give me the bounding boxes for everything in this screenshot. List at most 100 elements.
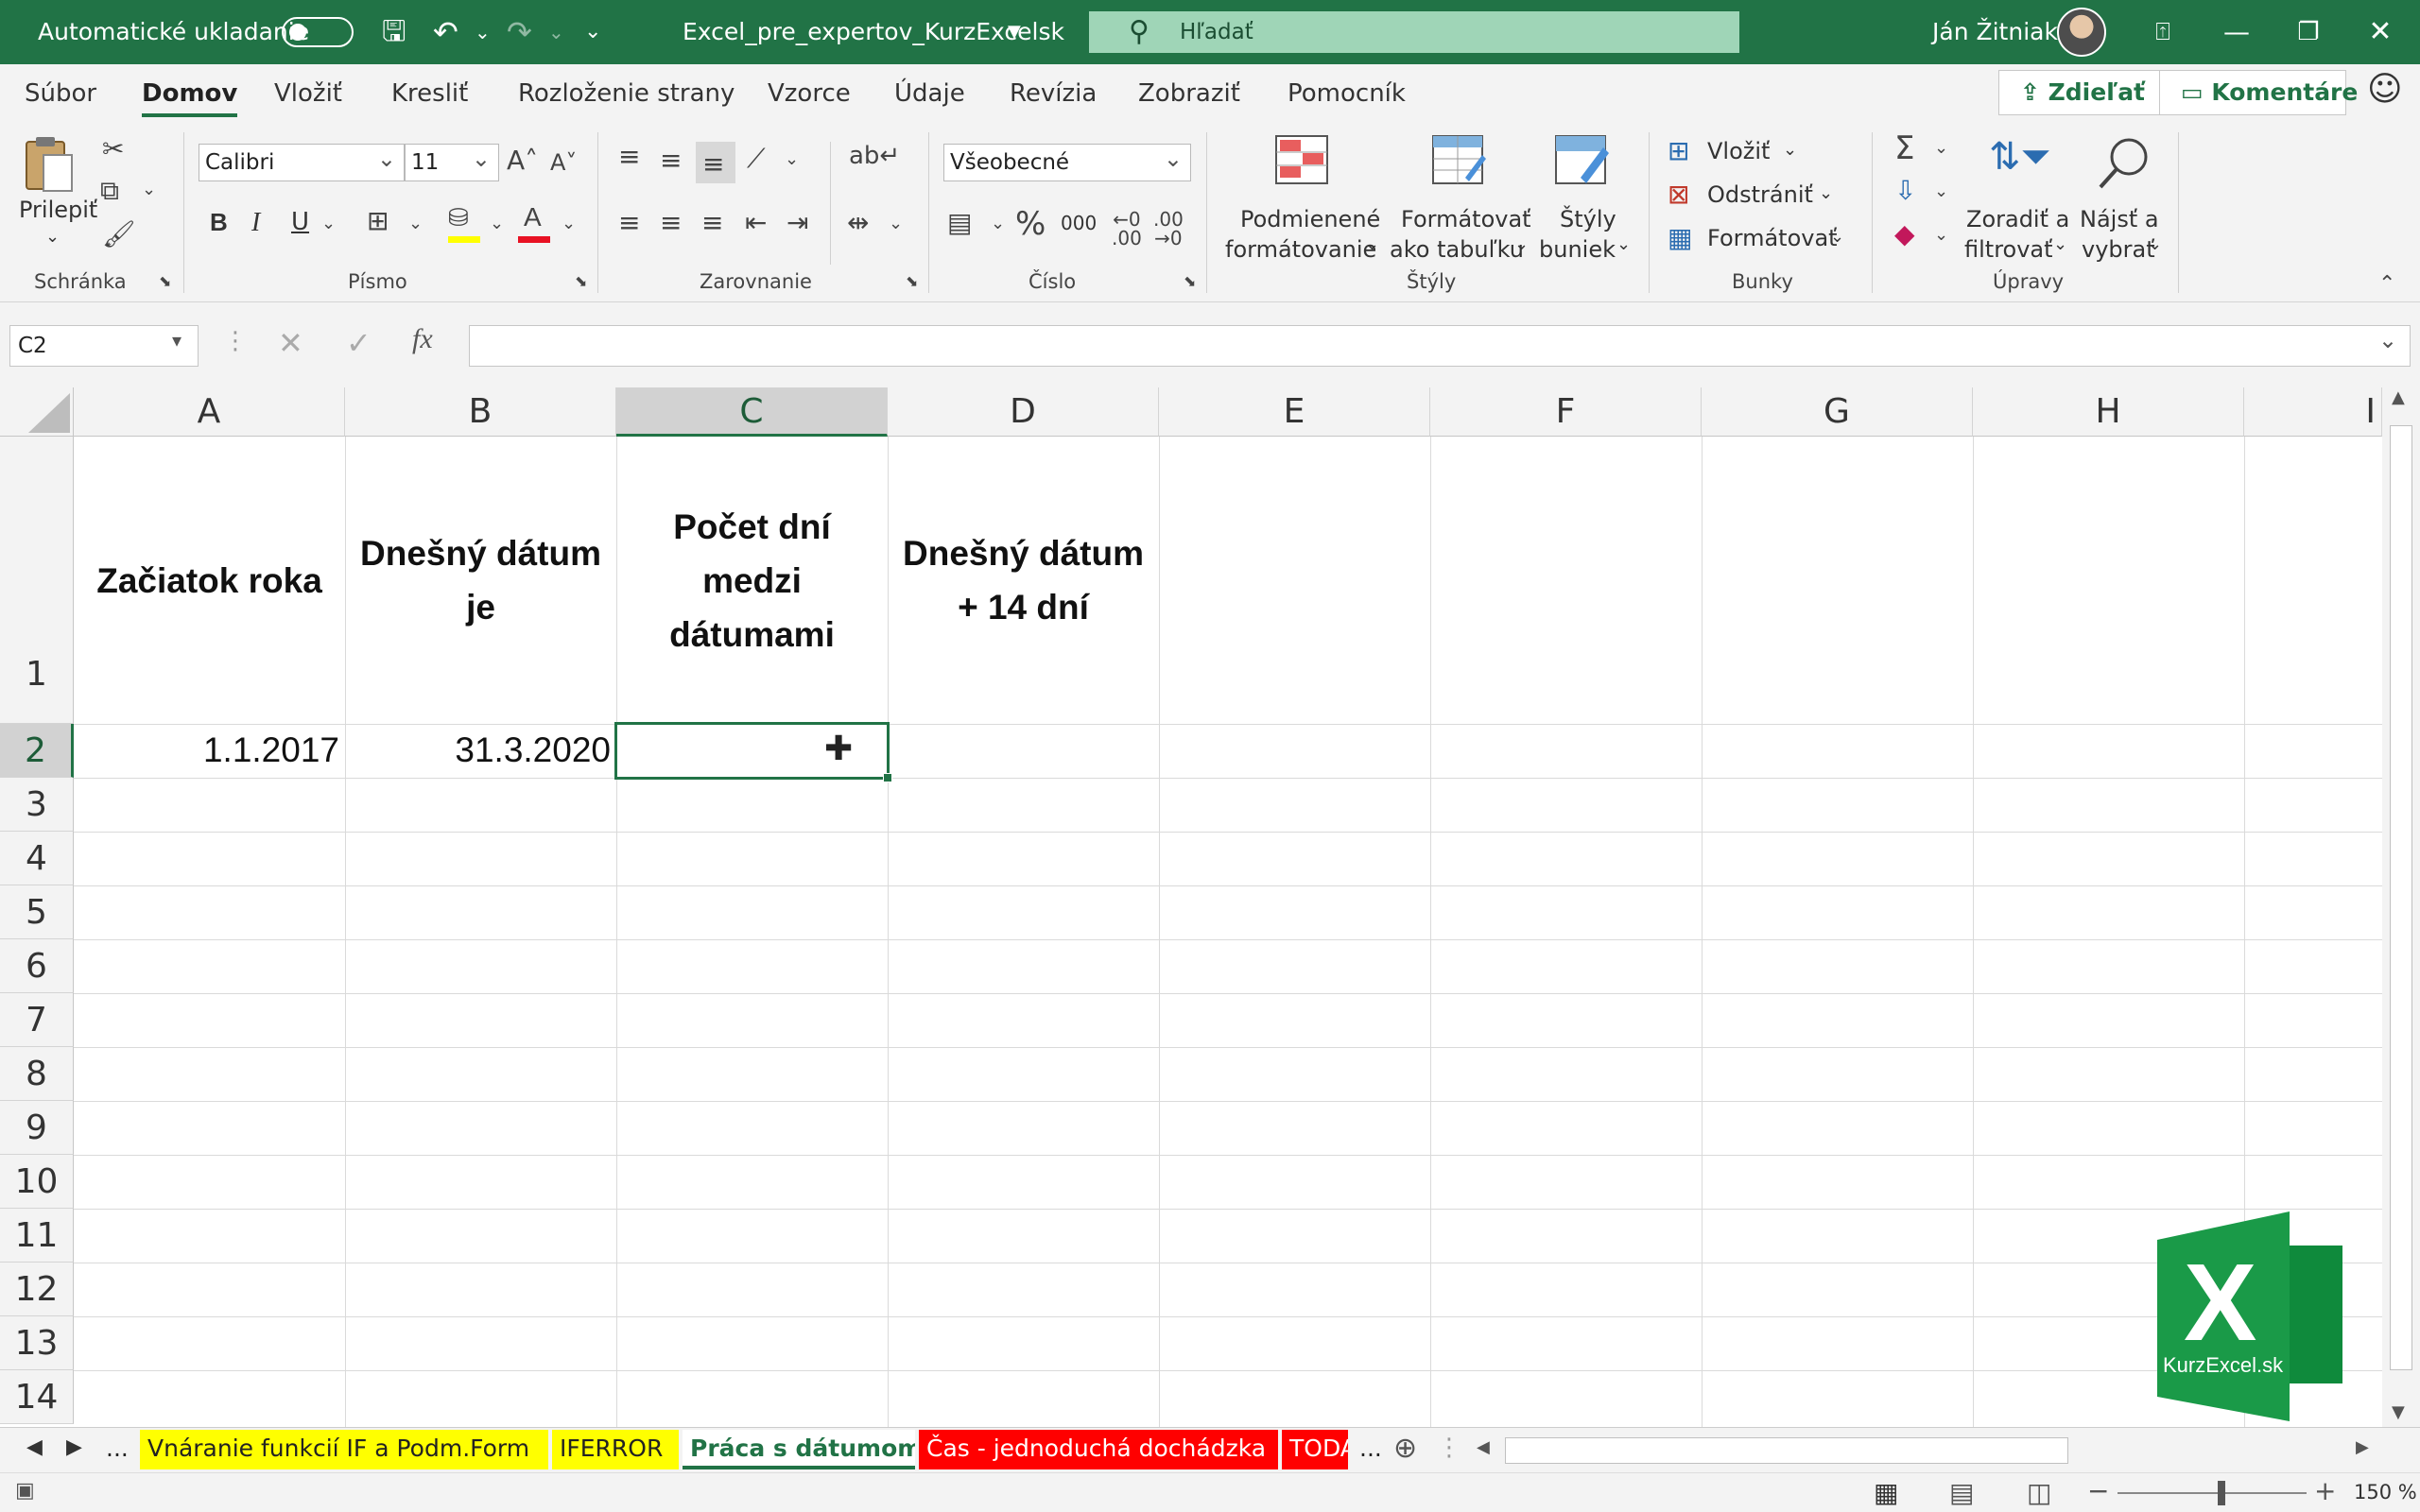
comma-style-button[interactable]: 000 bbox=[1061, 212, 1097, 234]
percent-style-icon[interactable]: % bbox=[1015, 208, 1046, 240]
cell-styles-button[interactable]: Štýly buniek ⌄ bbox=[1535, 134, 1639, 266]
column-header-i[interactable]: I bbox=[2244, 387, 2382, 437]
worksheet-grid[interactable]: A B C D E F G H I 1 2 3 4 5 6 7 8 9 10 1… bbox=[0, 387, 2382, 1427]
format-cells-button[interactable]: ▦ Formátovať ⌄ bbox=[1668, 221, 1885, 259]
cut-icon[interactable]: ✂ bbox=[102, 136, 124, 163]
next-sheet-icon[interactable]: ▶ bbox=[66, 1435, 82, 1459]
font-name-dropdown[interactable]: Calibri bbox=[199, 141, 405, 181]
select-all-corner[interactable] bbox=[0, 387, 74, 437]
format-painter-icon[interactable]: 🖌 bbox=[102, 221, 136, 248]
undo-icon[interactable]: ↶ bbox=[433, 0, 458, 64]
scroll-up-icon[interactable]: ▲ bbox=[2392, 387, 2405, 407]
row-header-3[interactable]: 3 bbox=[0, 778, 74, 832]
page-layout-view-icon[interactable]: ▤ bbox=[1949, 1477, 1974, 1508]
zoom-in-icon[interactable]: + bbox=[2314, 1475, 2336, 1506]
cell-b1[interactable]: Dnešný dátum je bbox=[345, 437, 616, 724]
tab-view[interactable]: Zobraziť bbox=[1138, 64, 1240, 123]
row-header-11[interactable]: 11 bbox=[0, 1209, 74, 1263]
wrap-text-icon[interactable]: ab↵ bbox=[849, 144, 900, 168]
column-header-g[interactable]: G bbox=[1702, 387, 1973, 437]
ribbon-display-icon[interactable]: ⍐ bbox=[2129, 0, 2197, 64]
cell-a2[interactable]: 1.1.2017 bbox=[74, 724, 345, 778]
tab-draw[interactable]: Kresliť bbox=[391, 64, 468, 123]
fill-color-dropdown-icon[interactable]: ⌄ bbox=[490, 215, 504, 232]
formula-input[interactable] bbox=[469, 325, 2411, 367]
collapse-ribbon-icon[interactable]: ⌃ bbox=[2378, 274, 2395, 295]
previous-sheet-icon[interactable]: ◀ bbox=[26, 1435, 43, 1459]
column-header-f[interactable]: F bbox=[1430, 387, 1702, 437]
sheet-tab-attendance[interactable]: Čas - jednoduchá dochádzka bbox=[919, 1430, 1278, 1469]
tab-help[interactable]: Pomocník bbox=[1288, 64, 1406, 123]
row-header-1[interactable]: 1 bbox=[0, 437, 74, 724]
merge-center-icon[interactable]: ⇹ bbox=[847, 210, 869, 236]
expand-formula-bar-icon[interactable]: ⌄ bbox=[2378, 327, 2397, 353]
restore-icon[interactable]: ❐ bbox=[2274, 0, 2342, 64]
align-middle-icon[interactable]: ≡ bbox=[660, 147, 682, 174]
autosum-dropdown-icon[interactable]: ⌄ bbox=[1934, 140, 1948, 157]
font-launcher-icon[interactable]: ⬊ bbox=[575, 274, 587, 289]
paste-label[interactable]: Prilepiť bbox=[19, 197, 97, 223]
save-icon[interactable]: 🖫 bbox=[382, 0, 406, 64]
fill-icon[interactable]: ⇩ bbox=[1894, 178, 1916, 204]
row-header-9[interactable]: 9 bbox=[0, 1101, 74, 1155]
conditional-formatting-button[interactable]: Podmienené formátovanie ⌄ bbox=[1221, 134, 1382, 266]
zoom-out-icon[interactable]: − bbox=[2087, 1475, 2109, 1506]
sheet-tab-today[interactable]: TODA bbox=[1282, 1430, 1348, 1469]
page-break-view-icon[interactable]: ◫ bbox=[2027, 1477, 2051, 1508]
sheet-tab-overflow-left[interactable]: ... bbox=[98, 1430, 136, 1469]
number-format-dropdown[interactable]: Všeobecné bbox=[943, 141, 1191, 181]
horizontal-scroll-thumb[interactable] bbox=[1505, 1437, 2068, 1464]
vertical-scroll-thumb[interactable] bbox=[2390, 425, 2412, 1370]
scroll-left-icon[interactable]: ◀ bbox=[1477, 1437, 1490, 1457]
fill-dropdown-icon[interactable]: ⌄ bbox=[1934, 183, 1948, 200]
row-header-6[interactable]: 6 bbox=[0, 939, 74, 993]
column-header-c[interactable]: C bbox=[616, 387, 888, 437]
decrease-indent-icon[interactable]: ⇤ bbox=[745, 210, 767, 236]
row-header-12[interactable]: 12 bbox=[0, 1263, 74, 1316]
column-header-e[interactable]: E bbox=[1159, 387, 1430, 437]
undo-dropdown-icon[interactable]: ⌄ bbox=[475, 0, 491, 64]
autosum-icon[interactable]: Σ bbox=[1894, 132, 1914, 164]
fill-color-button[interactable]: ⛁ bbox=[448, 206, 480, 244]
customize-qat-icon[interactable]: ⌄ bbox=[584, 0, 601, 64]
find-select-button[interactable]: Nájsť a vybrať ⌄ bbox=[2076, 134, 2170, 266]
accounting-dropdown-icon[interactable]: ⌄ bbox=[991, 215, 1005, 232]
clipboard-launcher-icon[interactable]: ⬊ bbox=[159, 274, 171, 289]
increase-font-icon[interactable]: A˄ bbox=[507, 147, 538, 174]
column-header-h[interactable]: H bbox=[1973, 387, 2244, 437]
tab-file[interactable]: Súbor bbox=[25, 64, 96, 123]
accounting-format-icon[interactable]: ▤ bbox=[947, 210, 972, 236]
search-box[interactable]: ⚲ Hľadať bbox=[1089, 11, 1739, 53]
tab-formulas[interactable]: Vzorce bbox=[768, 64, 851, 123]
column-header-d[interactable]: D bbox=[888, 387, 1159, 437]
sheet-tab-overflow-right[interactable]: ... bbox=[1352, 1430, 1390, 1469]
sheet-tab-iferror[interactable]: IFERROR bbox=[552, 1430, 679, 1469]
user-name[interactable]: Ján Žitniak bbox=[1932, 0, 2058, 64]
comments-button[interactable]: ▭ Komentáre bbox=[2159, 70, 2358, 115]
orientation-icon[interactable]: ⟋ bbox=[747, 146, 766, 172]
column-header-a[interactable]: A bbox=[74, 387, 345, 437]
tab-data[interactable]: Údaje bbox=[894, 64, 965, 123]
sort-filter-button[interactable]: ⇅⏷ Zoradiť a filtrovať ⌄ bbox=[1961, 134, 2069, 266]
copy-icon[interactable]: ⧉ bbox=[100, 178, 119, 204]
number-launcher-icon[interactable]: ⬊ bbox=[1184, 274, 1196, 289]
merge-dropdown-icon[interactable]: ⌄ bbox=[889, 215, 903, 232]
file-name-dropdown-icon[interactable]: ▼ bbox=[1008, 0, 1021, 64]
add-sheet-icon[interactable]: ⊕ bbox=[1393, 1432, 1417, 1465]
macro-recording-icon[interactable]: ▣ bbox=[15, 1479, 35, 1503]
scroll-right-icon[interactable]: ▶ bbox=[2356, 1437, 2369, 1457]
row-header-14[interactable]: 14 bbox=[0, 1370, 74, 1424]
format-as-table-button[interactable]: Formátovať ako tabuľku ⌄ bbox=[1386, 134, 1531, 266]
normal-view-icon[interactable]: ▦ bbox=[1874, 1477, 1898, 1508]
zoom-slider-thumb[interactable] bbox=[2218, 1481, 2225, 1505]
font-color-dropdown-icon[interactable]: ⌄ bbox=[562, 215, 576, 232]
decrease-decimal-icon[interactable]: .00 →0 bbox=[1153, 210, 1184, 248]
zoom-slider-track[interactable] bbox=[2118, 1492, 2307, 1494]
orientation-dropdown-icon[interactable]: ⌄ bbox=[785, 151, 799, 168]
row-header-5[interactable]: 5 bbox=[0, 885, 74, 939]
bold-button[interactable]: B bbox=[210, 208, 228, 237]
tab-review[interactable]: Revízia bbox=[1010, 64, 1097, 123]
clear-icon[interactable]: ◆ bbox=[1894, 221, 1915, 248]
tab-split-grip-icon[interactable]: ⋮ bbox=[1437, 1434, 1461, 1462]
tab-home[interactable]: Domov bbox=[142, 64, 238, 123]
